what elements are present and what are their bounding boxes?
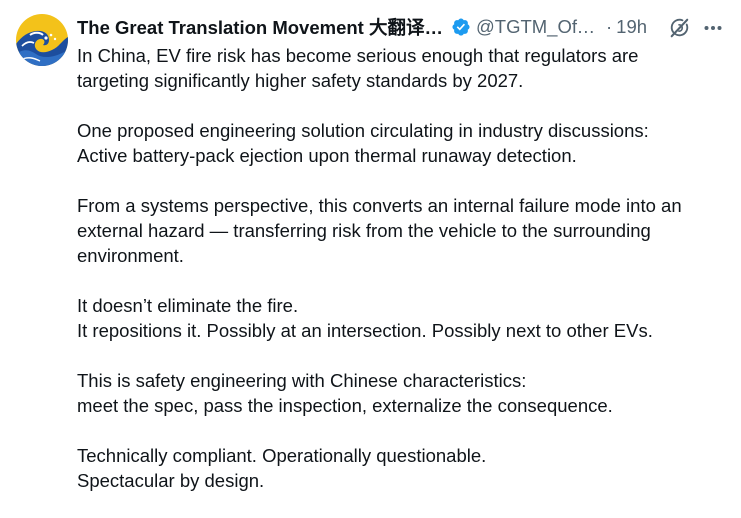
text-line: Active battery-pack ejection upon therma… xyxy=(77,145,577,166)
text-line: Spectacular by design. xyxy=(77,470,265,491)
tweet-paragraph: Technically compliant. Operationally que… xyxy=(77,443,727,493)
more-options-icon[interactable] xyxy=(703,18,723,38)
text-line: This is safety engineering with Chinese … xyxy=(77,370,527,391)
text-line: meet the spec, pass the inspection, exte… xyxy=(77,395,613,416)
tweet-paragraph: This is safety engineering with Chinese … xyxy=(77,368,727,418)
text-line: targeting significantly higher safety st… xyxy=(77,70,524,91)
tweet: The Great Translation Movement 大翻译运动 @TG… xyxy=(0,0,741,497)
tweet-paragraph: It doesn’t eliminate the fire. It reposi… xyxy=(77,293,727,343)
tweet-text: In China, EV fire risk has become seriou… xyxy=(77,43,727,518)
text-line: environment. xyxy=(77,245,184,266)
tweet-header: The Great Translation Movement 大翻译运动 @TG… xyxy=(77,14,727,40)
text-line: From a systems perspective, this convert… xyxy=(77,195,682,216)
tweet-paragraph: In China, EV fire risk has become seriou… xyxy=(77,43,727,93)
grok-icon[interactable] xyxy=(668,17,690,39)
text-line: It repositions it. Possibly at an inters… xyxy=(77,320,653,341)
wave-avatar-icon[interactable] xyxy=(16,14,68,66)
text-line: One proposed engineering solution circul… xyxy=(77,120,649,141)
display-name[interactable]: The Great Translation Movement 大翻译运动 xyxy=(77,14,447,40)
text-line: In China, EV fire risk has become seriou… xyxy=(77,45,639,66)
separator-dot: · xyxy=(606,16,613,37)
text-line: external hazard — transferring risk from… xyxy=(77,220,651,241)
tweet-paragraph: From a systems perspective, this convert… xyxy=(77,193,727,268)
text-line: Technically compliant. Operationally que… xyxy=(77,445,487,466)
handle[interactable]: @TGTM_Official xyxy=(476,16,600,38)
timestamp[interactable]: 19h xyxy=(616,16,647,38)
tweet-paragraph: One proposed engineering solution circul… xyxy=(77,118,727,168)
text-line: It doesn’t eliminate the fire. xyxy=(77,295,299,316)
verified-badge-icon[interactable] xyxy=(451,17,471,37)
